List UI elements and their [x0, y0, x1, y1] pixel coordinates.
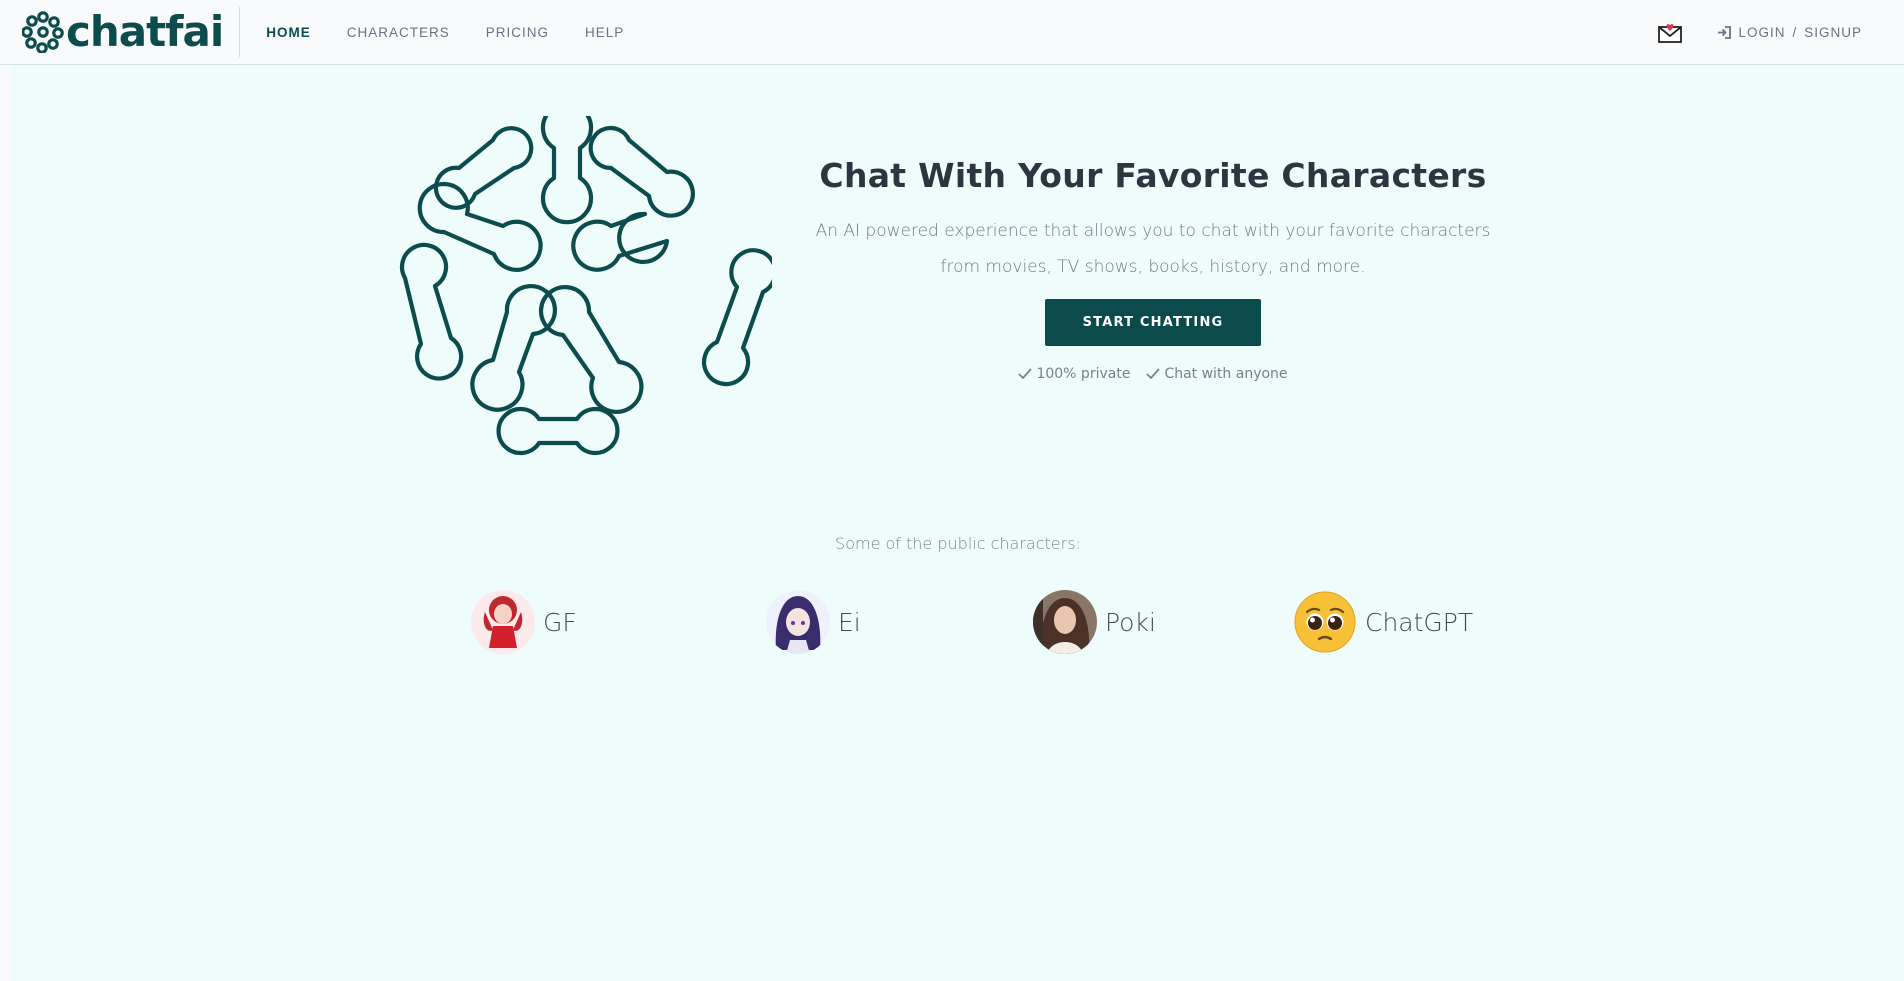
feature-private-label: 100% private [1036, 366, 1131, 382]
brand-name: chatfai [66, 7, 224, 56]
pleading-face-emoji-avatar [1293, 590, 1357, 654]
public-characters-label: Some of the public characters: [835, 534, 1081, 553]
nav-right: LOGIN / SIGNUP [1657, 20, 1904, 44]
character-name: GF [543, 607, 577, 637]
hero-title: Chat With Your Favorite Characters [819, 156, 1487, 195]
login-signup-link[interactable]: LOGIN / SIGNUP [1717, 25, 1862, 40]
nav-pricing[interactable]: PRICING [486, 25, 549, 40]
feature-list: 100% private Chat with anyone [812, 366, 1494, 382]
chatfai-logo-icon [22, 11, 64, 53]
main-content: Chat With Your Favorite Characters An AI… [12, 66, 1904, 981]
hero-brain-graphic [397, 101, 778, 472]
login-separator: / [1792, 24, 1798, 40]
main-nav: HOME CHARACTERS PRICING HELP [266, 25, 660, 40]
nav-characters[interactable]: CHARACTERS [347, 25, 450, 40]
login-label: LOGIN [1738, 24, 1786, 40]
feature-private: 100% private [1018, 366, 1130, 382]
brand-logo[interactable]: chatfai [0, 7, 241, 57]
check-icon [1018, 368, 1033, 380]
feature-anyone-label: Chat with anyone [1164, 366, 1288, 382]
character-name: Ei [838, 607, 861, 637]
sign-in-icon [1717, 25, 1732, 39]
hero-description: An AI powered experience that allows you… [815, 221, 1491, 277]
character-card-chatgpt[interactable]: ChatGPT [1293, 590, 1473, 654]
character-card-poki[interactable]: Poki [1033, 590, 1156, 654]
top-navbar: chatfai HOME CHARACTERS PRICING HELP LOG… [0, 0, 1904, 65]
hero-section: Chat With Your Favorite Characters An AI… [812, 156, 1494, 382]
feature-anyone: Chat with anyone [1146, 366, 1288, 382]
character-name: Poki [1105, 607, 1156, 637]
character-card-gf[interactable]: GF [471, 590, 577, 654]
check-icon [1146, 368, 1161, 380]
start-chatting-button[interactable]: START CHATTING [1044, 299, 1262, 346]
character-avatar [471, 590, 535, 654]
signup-label: SIGNUP [1804, 24, 1862, 40]
envelope-heart-icon[interactable] [1657, 20, 1683, 44]
character-avatar [766, 590, 830, 654]
character-name: ChatGPT [1365, 607, 1474, 637]
nav-home[interactable]: HOME [266, 25, 311, 40]
nav-help[interactable]: HELP [585, 25, 624, 40]
character-avatar [1033, 590, 1097, 654]
character-card-ei[interactable]: Ei [766, 590, 861, 654]
